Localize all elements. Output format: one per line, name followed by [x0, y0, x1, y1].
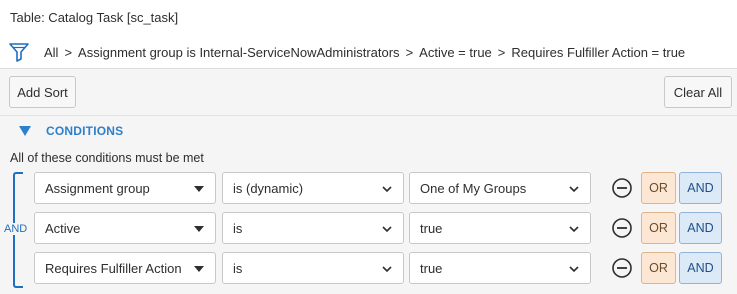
field-select[interactable]: Active: [34, 212, 216, 244]
breadcrumb-separator: >: [64, 44, 73, 60]
value-select-value: true: [420, 260, 443, 276]
operator-select-value: is: [233, 220, 243, 236]
caret-down-icon: [194, 266, 204, 272]
breadcrumb-separator: >: [405, 44, 414, 60]
chevron-down-icon: [569, 226, 579, 233]
collapse-triangle-icon[interactable]: [18, 125, 32, 137]
filter-panel: Add Sort Clear All CONDITIONS All of the…: [0, 68, 737, 294]
condition-row: Assignment group is (dynamic) One of My …: [0, 172, 737, 204]
or-button[interactable]: OR: [641, 212, 676, 244]
remove-condition-icon[interactable]: [611, 217, 633, 239]
operator-select[interactable]: is: [222, 252, 404, 284]
conditions-header[interactable]: CONDITIONS: [18, 124, 123, 138]
value-select[interactable]: true: [409, 212, 591, 244]
chevron-down-icon: [382, 226, 392, 233]
operator-select-value: is (dynamic): [233, 180, 304, 196]
or-button[interactable]: OR: [641, 252, 676, 284]
breadcrumb-separator: >: [497, 44, 506, 60]
field-select-value: Active: [45, 220, 81, 236]
value-select[interactable]: One of My Groups: [409, 172, 591, 204]
chevron-down-icon: [382, 186, 392, 193]
field-select[interactable]: Requires Fulfiller Action: [34, 252, 216, 284]
chevron-down-icon: [569, 266, 579, 273]
breadcrumb-item-active[interactable]: Active = true: [419, 45, 492, 60]
or-button[interactable]: OR: [641, 172, 676, 204]
and-button[interactable]: AND: [679, 252, 722, 284]
conditions-label: CONDITIONS: [46, 124, 124, 138]
filter-icon[interactable]: [8, 41, 30, 63]
field-select[interactable]: Assignment group: [34, 172, 216, 204]
and-button[interactable]: AND: [679, 212, 722, 244]
clear-all-button[interactable]: Clear All: [664, 76, 732, 108]
add-sort-button[interactable]: Add Sort: [9, 76, 76, 108]
caret-down-icon: [194, 186, 204, 192]
condition-row: Active is true OR AND: [0, 212, 737, 244]
breadcrumb-item-assignment-group[interactable]: Assignment group is Internal-ServiceNowA…: [78, 45, 400, 60]
remove-condition-icon[interactable]: [611, 257, 633, 279]
conditions-description: All of these conditions must be met: [10, 151, 204, 165]
field-select-value: Requires Fulfiller Action: [45, 260, 182, 276]
breadcrumb: All > Assignment group is Internal-Servi…: [8, 40, 733, 64]
operator-select[interactable]: is: [222, 212, 404, 244]
chevron-down-icon: [569, 186, 579, 193]
breadcrumb-item-all[interactable]: All: [44, 45, 58, 60]
value-select-value: true: [420, 220, 443, 236]
remove-condition-icon[interactable]: [611, 177, 633, 199]
condition-row: Requires Fulfiller Action is true OR AND: [0, 252, 737, 284]
page-title: Table: Catalog Task [sc_task]: [10, 10, 179, 25]
field-select-value: Assignment group: [45, 180, 150, 196]
caret-down-icon: [194, 226, 204, 232]
breadcrumb-item-requires-fulfiller-action[interactable]: Requires Fulfiller Action = true: [511, 45, 685, 60]
value-select[interactable]: true: [409, 252, 591, 284]
operator-select-value: is: [233, 260, 243, 276]
and-button[interactable]: AND: [679, 172, 722, 204]
operator-select[interactable]: is (dynamic): [222, 172, 404, 204]
value-select-value: One of My Groups: [420, 180, 527, 196]
chevron-down-icon: [382, 266, 392, 273]
section-divider: [0, 115, 737, 116]
